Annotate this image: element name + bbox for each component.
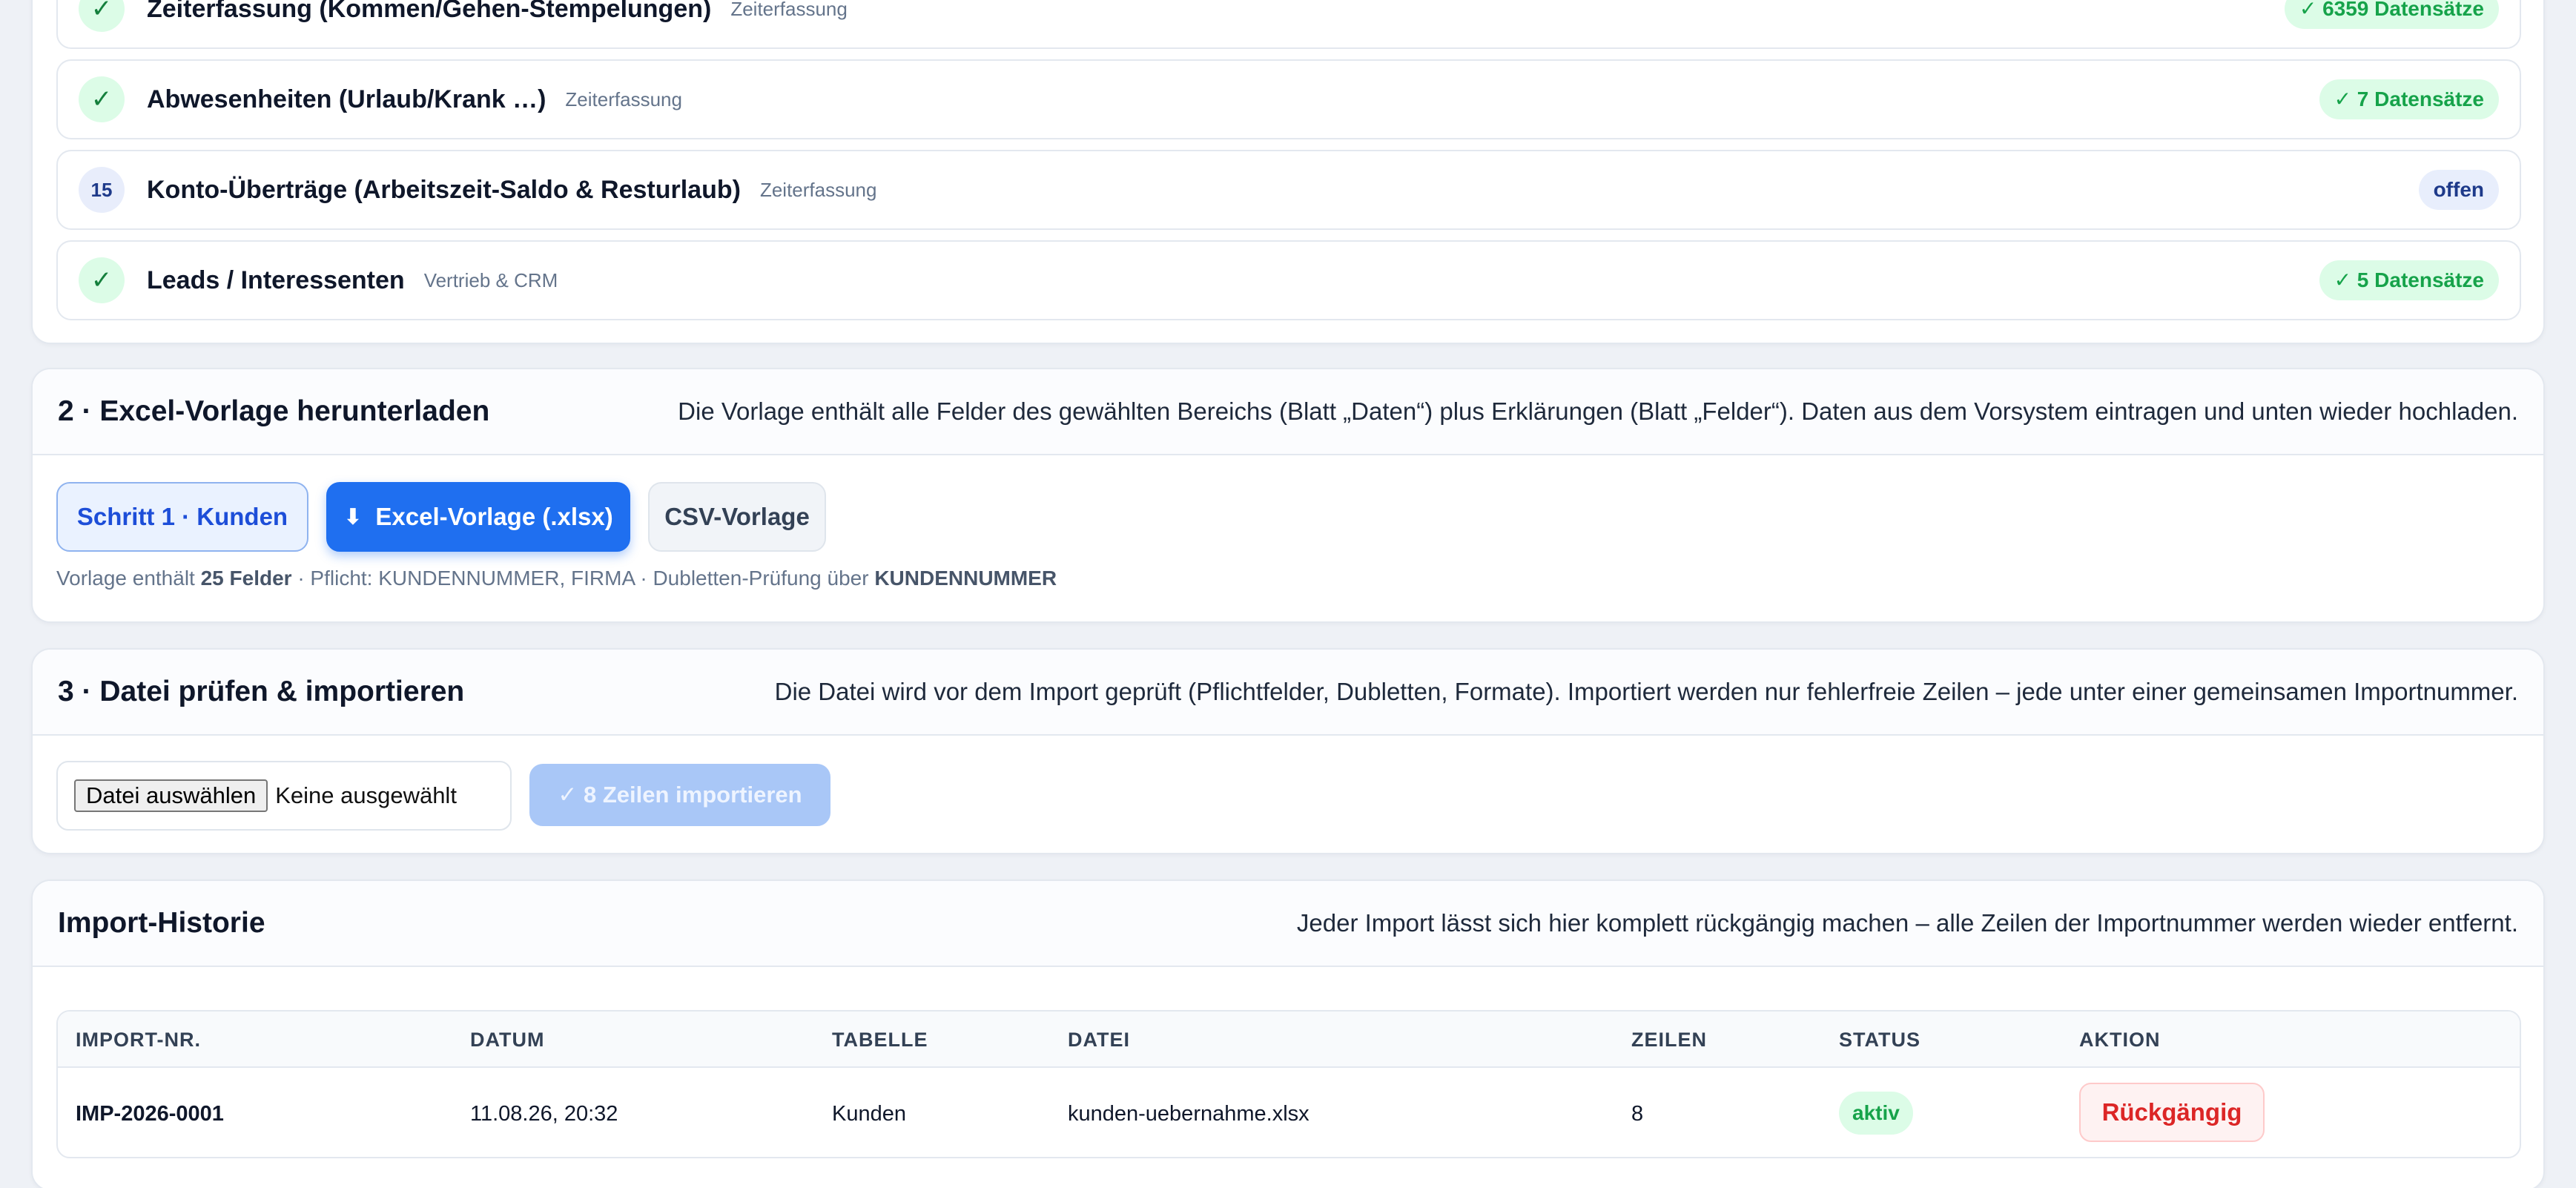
cell-zeilen: 8	[1631, 1102, 1644, 1126]
file-input[interactable]: Datei auswählen Keine ausgewählt	[56, 761, 512, 831]
table-item-category: Vertrieb & CRM	[423, 268, 558, 291]
table-item-category: Zeiterfassung	[759, 178, 877, 201]
undo-import-button[interactable]: Rückgängig	[2079, 1083, 2265, 1142]
table-item-zeiterfassung[interactable]: ✓ Zeiterfassung (Kommen/Gehen-Stempelung…	[56, 0, 2521, 49]
tables-card: ✓ Zeiterfassung (Kommen/Gehen-Stempelung…	[31, 0, 2545, 344]
import-rows-button[interactable]: ✓ 8 Zeilen importieren	[529, 764, 830, 826]
section-description: Die Vorlage enthält alle Felder des gewä…	[678, 397, 2518, 425]
column-header-datei: DATEI	[1068, 1029, 1130, 1051]
section-title: 3 · Datei prüfen & importieren	[58, 676, 465, 707]
column-header-import-nr: IMPORT-NR.	[76, 1029, 201, 1051]
column-header-status: STATUS	[1839, 1029, 1921, 1051]
import-header: 3 · Datei prüfen & importieren Die Datei…	[33, 650, 2543, 736]
cell-tabelle: Kunden	[832, 1102, 906, 1126]
hint-prefix: Vorlage enthält	[56, 567, 201, 590]
hint-duplicate-key: KUNDENNUMMER	[874, 567, 1057, 590]
download-header: 2 · Excel-Vorlage herunterladen Die Vorl…	[33, 369, 2543, 455]
history-header: Import-Historie Jeder Import lässt sich …	[33, 881, 2543, 967]
section-title: 2 · Excel-Vorlage herunterladen	[58, 395, 490, 427]
record-count-badge: ✓ 5 Datensätze	[2319, 260, 2499, 300]
history-table: IMPORT-NR. DATUM TABELLE DATEI ZEILEN ST…	[56, 1010, 2521, 1158]
cell-datei: kunden-uebernahme.xlsx	[1068, 1102, 1310, 1126]
cell-import-nr: IMP-2026-0001	[76, 1102, 224, 1126]
column-header-tabelle: TABELLE	[832, 1029, 928, 1051]
section-description: Jeder Import lässt sich hier komplett rü…	[1296, 909, 2518, 937]
table-item-title: Abwesenheiten (Urlaub/Krank …)	[147, 85, 546, 113]
hint-required: · Pflicht: KUNDENNUMMER, FIRMA · Dublett…	[291, 567, 875, 590]
download-xlsx-button[interactable]: ⬇ Excel-Vorlage (.xlsx)	[326, 482, 630, 552]
template-hint: Vorlage enthält 25 Felder · Pflicht: KUN…	[56, 567, 1057, 590]
column-header-aktion: AKTION	[2079, 1029, 2161, 1051]
column-header-datum: DATUM	[470, 1029, 545, 1051]
hint-field-count: 25 Felder	[200, 567, 292, 590]
section-title: Import-Historie	[58, 907, 265, 939]
choose-file-button[interactable]: Datei auswählen	[74, 779, 268, 812]
download-csv-button[interactable]: CSV-Vorlage	[648, 482, 826, 552]
table-item-title: Leads / Interessenten	[147, 265, 405, 294]
table-item-leads[interactable]: ✓ Leads / Interessenten Vertrieb & CRM ✓…	[56, 240, 2521, 320]
table-item-title: Zeiterfassung (Kommen/Gehen-Stempelungen…	[147, 0, 712, 23]
open-status-badge: offen	[2418, 170, 2499, 210]
table-header: IMPORT-NR. DATUM TABELLE DATEI ZEILEN ST…	[58, 1012, 2520, 1068]
download-xlsx-label: Excel-Vorlage (.xlsx)	[375, 503, 613, 530]
status-badge: aktiv	[1839, 1092, 1913, 1135]
download-card: 2 · Excel-Vorlage herunterladen Die Vorl…	[31, 368, 2545, 623]
column-header-zeilen: ZEILEN	[1631, 1029, 1708, 1051]
table-item-title: Konto-Überträge (Arbeitszeit-Saldo & Res…	[147, 175, 741, 204]
section-description: Die Datei wird vor dem Import geprüft (P…	[774, 678, 2518, 705]
step-number: 15	[79, 167, 125, 213]
table-item-abwesenheiten[interactable]: ✓ Abwesenheiten (Urlaub/Krank …) Zeiterf…	[56, 59, 2521, 139]
import-card: 3 · Datei prüfen & importieren Die Datei…	[31, 648, 2545, 854]
table-item-konto-uebertraege[interactable]: 15 Konto-Überträge (Arbeitszeit-Saldo & …	[56, 150, 2521, 230]
file-status: Keine ausgewählt	[275, 782, 457, 808]
history-card: Import-Historie Jeder Import lässt sich …	[31, 880, 2545, 1188]
table-row: IMP-2026-0001 11.08.26, 20:32 Kunden kun…	[58, 1068, 2520, 1157]
table-item-category: Zeiterfassung	[565, 88, 682, 110]
done-check-icon: ✓	[79, 0, 125, 32]
cell-datum: 11.08.26, 20:32	[470, 1102, 618, 1126]
record-count-badge: ✓ 6359 Datensätze	[2284, 0, 2499, 29]
table-item-category: Zeiterfassung	[730, 0, 848, 20]
record-count-badge: ✓ 7 Datensätze	[2319, 79, 2499, 119]
download-arrow-icon: ⬇	[343, 504, 363, 529]
step-selector-button[interactable]: Schritt 1 · Kunden	[56, 482, 308, 552]
done-check-icon: ✓	[79, 76, 125, 122]
done-check-icon: ✓	[79, 257, 125, 303]
